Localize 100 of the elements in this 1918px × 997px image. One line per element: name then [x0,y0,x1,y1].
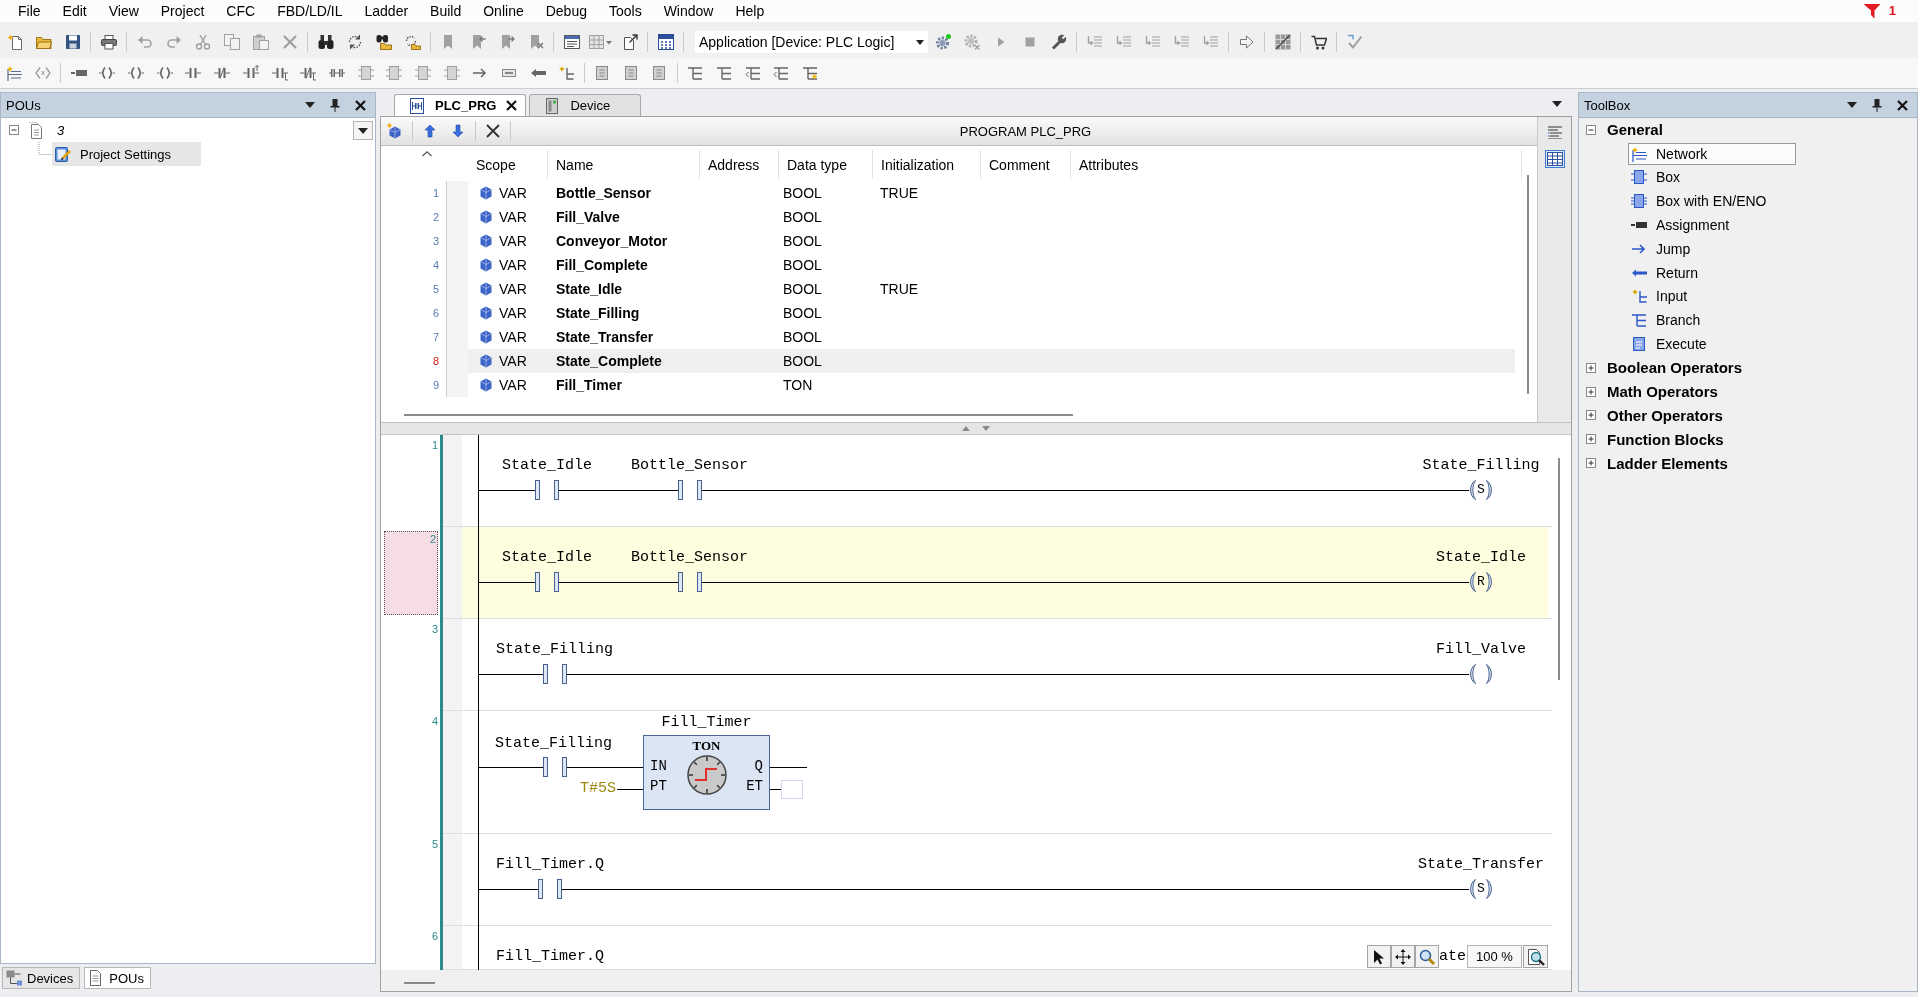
menu-item[interactable]: Online [472,1,535,21]
tree-item[interactable]: Project Settings [52,142,202,166]
grid-spark-icon[interactable] [6,65,23,81]
zoom-tool-button[interactable] [1415,945,1439,968]
gear-icon[interactable] [934,34,951,50]
box-icon[interactable] [622,65,639,81]
page-arrow-icon[interactable] [621,34,638,50]
column-header[interactable]: Initialization [873,150,981,179]
group-label[interactable]: Math Operators [1607,383,1718,401]
menu-item[interactable]: Window [652,1,725,21]
horizontal-scrollbar[interactable] [404,982,435,984]
arrow-up-icon[interactable] [424,124,436,138]
caret-up-icon[interactable] [962,426,970,431]
toolbox-item[interactable]: Execute [1628,333,1712,356]
crossed-grid-icon[interactable] [1274,34,1291,50]
binoculars-icon[interactable] [317,34,334,50]
zoom-fit-button[interactable] [1523,945,1548,968]
caret-down-icon[interactable] [1552,101,1562,107]
box-icon[interactable] [651,65,668,81]
group-label[interactable]: Function Blocks [1607,430,1724,448]
arrow-right-icon[interactable] [1238,34,1255,50]
corner-spark-icon[interactable] [558,65,575,81]
close-icon[interactable] [355,99,366,111]
plus-box-icon[interactable] [1586,362,1596,373]
column-header[interactable]: Scope [468,150,548,179]
application-dropdown[interactable]: Application [Device: PLC Logic] [695,31,928,53]
menu-item[interactable]: CFC [215,1,267,21]
group-label[interactable]: Ladder Elements [1607,454,1728,472]
toolbox-item[interactable]: Jump [1628,237,1696,260]
vertical-scrollbar[interactable] [1527,175,1529,394]
branch-arrows-icon[interactable] [744,65,761,81]
pointer-tool-button[interactable] [1367,945,1391,968]
branch-spark-icon[interactable] [801,65,818,81]
caret-down-icon[interactable] [916,39,924,45]
branch-icon[interactable] [687,65,704,81]
group-label[interactable]: Other Operators [1607,406,1723,424]
spark-cube-icon[interactable] [386,122,404,140]
menu-item[interactable]: Edit [51,1,98,21]
contact-branch-icon[interactable] [271,65,288,81]
toolbox-item[interactable]: Box [1628,166,1686,189]
network-number[interactable]: 3 [431,622,438,636]
caret-up-icon[interactable] [422,151,432,157]
plus-box-icon[interactable] [1586,434,1596,445]
menu-item[interactable]: Ladder [353,1,420,21]
cross-icon[interactable] [486,124,500,138]
check-icon[interactable] [1346,34,1363,50]
output-variable-field[interactable] [781,779,803,799]
editor-tab[interactable]: PLC_PRG [394,94,527,116]
move-tool-button[interactable] [1391,945,1415,968]
caret-down-icon[interactable] [305,102,315,108]
plus-box-icon[interactable] [1586,410,1596,421]
toolbox-item[interactable]: Network [1628,142,1796,165]
column-header[interactable]: Data type [779,150,873,179]
page-icon[interactable] [6,34,23,50]
window-list-icon[interactable] [563,34,580,50]
message-count[interactable]: 1 [1888,3,1896,19]
network-number[interactable]: 6 [431,929,438,943]
toolbox-item[interactable]: Assignment [1628,214,1735,237]
vertical-scrollbar[interactable] [1558,458,1560,680]
grid-dropdown-icon[interactable] [588,34,613,50]
network-number[interactable]: 1 [431,438,438,452]
dashed-arrows-folder-icon[interactable] [404,34,421,50]
caret-down-icon[interactable] [358,127,368,134]
funnel-icon[interactable] [1862,3,1881,19]
negated-contact-branch-icon[interactable] [300,65,317,81]
column-header[interactable]: Attributes [1071,150,1522,179]
clipboard-icon[interactable] [252,34,269,50]
folder-icon[interactable] [35,34,52,50]
menu-item[interactable]: Tools [597,1,653,21]
group-label[interactable]: Boolean Operators [1607,359,1743,377]
tree-item[interactable]: 3 [55,121,67,139]
coil-icon[interactable] [99,65,116,81]
panel-tab[interactable]: POUs [84,967,151,989]
minus-box-icon[interactable] [9,125,19,135]
group-label[interactable]: General [1607,121,1663,139]
negated-contact-icon[interactable] [214,65,231,81]
binoculars-folder-icon[interactable] [375,34,392,50]
network-number[interactable]: 5 [431,837,438,851]
horizontal-scrollbar[interactable] [404,414,1073,416]
menu-item[interactable]: View [97,1,150,21]
column-header[interactable]: Name [548,150,700,179]
branch-arrows-icon[interactable] [773,65,790,81]
printer-icon[interactable] [100,34,117,50]
menu-item[interactable]: Help [724,1,776,21]
toolbox-item[interactable]: Box with EN/ENO [1628,190,1772,213]
column-header[interactable]: Comment [981,150,1071,179]
plus-box-icon[interactable] [1586,386,1596,397]
pin-icon[interactable] [1872,98,1882,112]
arrow-down-icon[interactable] [452,124,464,138]
caret-down-icon[interactable] [1847,102,1857,108]
menu-item[interactable]: Project [149,1,216,21]
panel-tab[interactable]: Devices [2,967,81,989]
view-toggle-button[interactable] [1544,150,1565,168]
coil-icon[interactable] [128,65,145,81]
box-icon[interactable] [594,65,611,81]
coil-icon[interactable] [156,65,173,81]
menu-item[interactable]: Debug [534,1,598,21]
dropdown-button[interactable] [353,121,373,140]
contact-icon[interactable] [185,65,202,81]
minus-box-icon[interactable] [1586,124,1596,135]
